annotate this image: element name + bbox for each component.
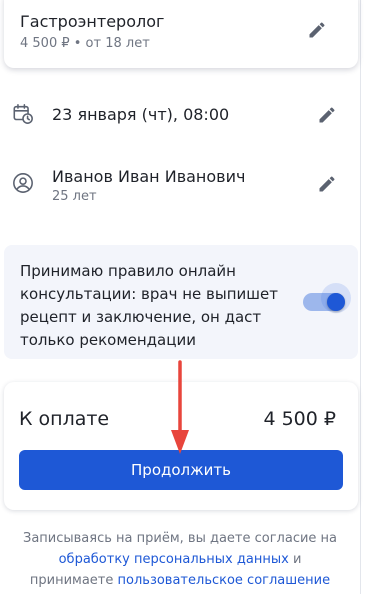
edit-datetime-button[interactable] <box>314 102 340 128</box>
annotation-arrow-icon <box>168 358 192 458</box>
payment-amount: 4 500 ₽ <box>263 408 336 430</box>
consultation-rule-block: Принимаю правило онлайн консультации: вр… <box>4 245 358 359</box>
consent-accept-text: принимаете <box>29 573 114 588</box>
calendar-clock-icon <box>12 103 34 125</box>
personal-data-link[interactable]: обработку персональных данных <box>59 552 289 567</box>
patient-name: Иванов Иван Иванович <box>52 167 246 186</box>
consent-text: Записываясь на приём, вы даете согласие … <box>0 528 360 591</box>
divider <box>360 0 361 594</box>
appointment-datetime: 23 января (чт), 08:00 <box>52 105 230 124</box>
consent-line-1: Записываясь на приём, вы даете согласие … <box>22 531 338 546</box>
consent-line-3: принимаете пользовательское соглашение <box>0 570 360 591</box>
user-agreement-link[interactable]: пользовательское соглашение <box>118 573 331 588</box>
consultation-rule-text: Принимаю правило онлайн консультации: вр… <box>20 262 278 349</box>
consultation-rule-toggle[interactable] <box>299 283 351 315</box>
user-circle-icon <box>12 172 34 194</box>
edit-specialty-button[interactable] <box>304 17 330 43</box>
payment-label: К оплате <box>19 408 110 430</box>
consent-line-2: обработку персональных данных и <box>0 549 360 570</box>
specialty-title: Гастроэнтеролог <box>20 12 165 31</box>
patient-age: 25 лет <box>52 189 97 204</box>
appointment-date-row: 23 января (чт), 08:00 <box>0 100 360 130</box>
pencil-icon <box>319 176 335 192</box>
edit-patient-button[interactable] <box>314 171 340 197</box>
consent-conjunction: и <box>292 552 302 567</box>
pencil-icon <box>309 22 325 38</box>
specialty-card: Гастроэнтеролог 4 500 ₽ • от 18 лет <box>4 0 358 68</box>
patient-row: Иванов Иван Иванович 25 лет <box>0 166 360 206</box>
booking-summary-page: Гастроэнтеролог 4 500 ₽ • от 18 лет 23 я… <box>0 0 366 594</box>
pencil-icon <box>319 107 335 123</box>
toggle-knob <box>327 293 345 311</box>
specialty-subtitle: 4 500 ₽ • от 18 лет <box>20 36 150 51</box>
